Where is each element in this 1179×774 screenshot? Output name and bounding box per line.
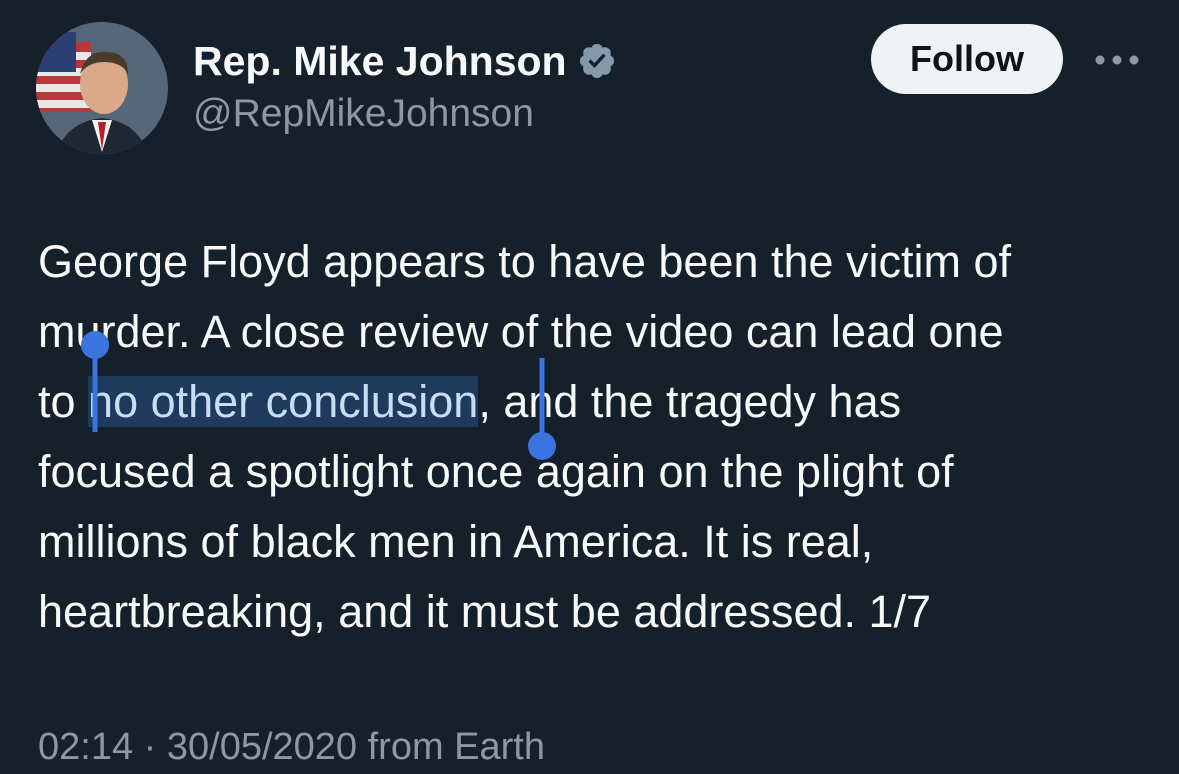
avatar[interactable] xyxy=(36,22,168,154)
selected-text[interactable]: no other conclusion xyxy=(88,376,479,427)
author-name-text: Rep. Mike Johnson xyxy=(193,38,567,84)
tweet-line: millions of black men in America. It is … xyxy=(38,516,874,567)
tweet-line: heartbreaking, and it must be addressed.… xyxy=(38,586,932,637)
tweet-line: George Floyd appears to have been the vi… xyxy=(38,236,1012,287)
author-handle[interactable]: @RepMikeJohnson xyxy=(193,90,534,138)
selection-end-handle[interactable] xyxy=(527,358,557,462)
tweet-text[interactable]: George Floyd appears to have been the vi… xyxy=(38,227,1148,647)
more-horizontal-icon[interactable] xyxy=(1092,50,1142,70)
tweet-card: Rep. Mike Johnson @RepMikeJohnson Follow… xyxy=(0,0,1179,774)
selection-start-handle[interactable] xyxy=(80,330,110,432)
follow-button[interactable]: Follow xyxy=(871,24,1063,94)
tweet-line-with-selection: to no other conclusion, and the tragedy … xyxy=(38,367,1148,437)
tweet-timestamp[interactable]: 02:14 · 30/05/2020 from Earth xyxy=(38,722,545,772)
tweet-line: murder. A close review of the video can … xyxy=(38,306,1004,357)
author-display-name[interactable]: Rep. Mike Johnson xyxy=(193,36,617,86)
verified-badge-icon[interactable] xyxy=(577,41,617,81)
avatar-image xyxy=(36,22,168,154)
tweet-line: focused a spotlight once again on the pl… xyxy=(38,446,954,497)
